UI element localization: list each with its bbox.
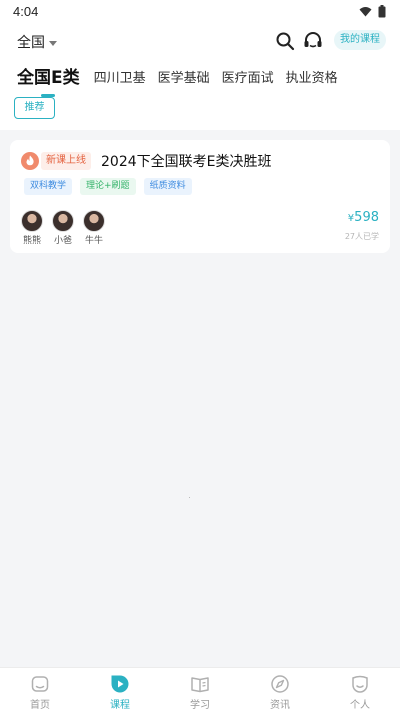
teacher-list: 熊熊 小爸 牛牛: [21, 210, 105, 246]
nav-label: 课程: [110, 700, 130, 711]
category-tabs: 全国E类 四川卫基 医学基础 医疗面试 执业资格: [17, 62, 350, 90]
header: 全国 我的课程 全国E类 四川卫基 医学基础 医疗面试 执业资格 推荐: [0, 24, 400, 130]
region-label: 全国: [17, 35, 45, 51]
new-course-badge: 新课上线: [41, 152, 91, 170]
region-selector[interactable]: 全国: [17, 32, 57, 52]
course-tag: 理论+刷题: [80, 178, 136, 195]
course-tag: 双科教学: [24, 178, 73, 195]
chevron-down-icon: [49, 40, 57, 46]
nav-courses[interactable]: 课程: [80, 668, 160, 712]
filter-recommended[interactable]: 推荐: [14, 97, 55, 119]
status-time: 4:04: [13, 4, 39, 19]
tab-medical-basics[interactable]: 医学基础: [158, 68, 210, 90]
book-icon: [191, 677, 209, 693]
bottom-nav: 首页 课程 学习 资讯 个人: [0, 667, 400, 712]
profile-icon: [352, 675, 368, 693]
nav-label: 学习: [190, 700, 210, 711]
course-price: ¥598: [348, 210, 379, 225]
teacher: 熊熊: [21, 210, 43, 246]
course-play-icon: [111, 675, 129, 693]
tab-sichuan[interactable]: 四川卫基: [94, 68, 146, 90]
compass-icon: [271, 675, 289, 693]
status-icons: [359, 5, 386, 18]
tab-medical-interview[interactable]: 医疗面试: [222, 68, 274, 90]
teacher-name: 小爸: [53, 236, 72, 246]
fire-icon: [21, 152, 39, 170]
nav-news[interactable]: 资讯: [240, 668, 320, 712]
course-card[interactable]: 新课上线 2024下全国联考E类决胜班 双科教学 理论+刷题 纸质资料 熊熊 小…: [10, 140, 390, 253]
nav-label: 个人: [350, 700, 370, 711]
tab-license[interactable]: 执业资格: [286, 68, 338, 90]
artifact-dot: [189, 497, 190, 498]
nav-label: 首页: [30, 700, 50, 711]
home-icon: [31, 676, 49, 692]
avatar: [83, 210, 105, 232]
course-tags: 双科教学 理论+刷题 纸质资料: [24, 178, 192, 195]
wifi-icon: [359, 7, 372, 17]
price-value: 598: [354, 210, 379, 225]
nav-study[interactable]: 学习: [160, 668, 240, 712]
search-icon[interactable]: [274, 30, 296, 52]
nav-profile[interactable]: 个人: [320, 668, 400, 712]
teacher-name: 牛牛: [84, 236, 103, 246]
avatar: [21, 210, 43, 232]
avatar: [52, 210, 74, 232]
teacher-name: 熊熊: [22, 236, 41, 246]
teacher: 牛牛: [83, 210, 105, 246]
course-tag: 纸质资料: [143, 178, 192, 195]
headset-icon[interactable]: [302, 30, 324, 52]
nav-label: 资讯: [270, 700, 290, 711]
course-title: 2024下全国联考E类决胜班: [101, 154, 272, 170]
my-courses-button[interactable]: 我的课程: [334, 30, 386, 50]
teacher: 小爸: [52, 210, 74, 246]
status-bar: 4:04: [0, 0, 400, 24]
battery-icon: [378, 5, 386, 18]
enrolled-count: 27人已学: [344, 232, 379, 241]
nav-home[interactable]: 首页: [0, 668, 80, 712]
tab-national-e[interactable]: 全国E类: [17, 66, 80, 90]
